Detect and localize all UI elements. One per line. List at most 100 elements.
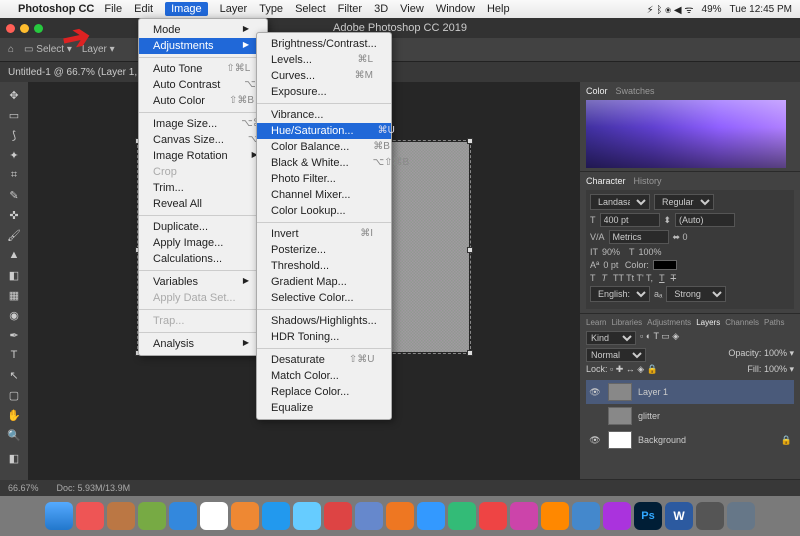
- colors-swatch[interactable]: ◧: [3, 446, 25, 470]
- text-color[interactable]: [653, 260, 677, 270]
- crop-tool[interactable]: ⌗: [3, 166, 25, 184]
- menu-file[interactable]: File: [104, 3, 122, 15]
- wifi-icon[interactable]: ⚡︎ ᛒ ⦿ ◀︎ ᯤ: [647, 2, 694, 16]
- menuitem-calculations-[interactable]: Calculations...: [139, 251, 267, 267]
- menuitem-black-white-[interactable]: Black & White...⌥⇧⌘B: [257, 155, 391, 171]
- menuitem-image-rotation[interactable]: Image Rotation▶: [139, 148, 267, 164]
- menuitem-auto-contrast[interactable]: Auto Contrast⌥⇧⌘L: [139, 77, 267, 93]
- shape-tool[interactable]: ▢: [3, 386, 25, 404]
- menuitem-desaturate[interactable]: Desaturate⇧⌘U: [257, 352, 391, 368]
- dock-app[interactable]: [169, 502, 197, 530]
- crop-select[interactable]: ▭ Select ▾: [24, 44, 72, 55]
- transform-handle[interactable]: [467, 350, 473, 356]
- home-icon[interactable]: ⌂: [8, 44, 14, 55]
- menuitem-brightness-contrast-[interactable]: Brightness/Contrast...: [257, 36, 391, 52]
- tab-character[interactable]: Character: [586, 176, 626, 186]
- path-tool[interactable]: ↖: [3, 366, 25, 384]
- lang-select[interactable]: English: USA: [590, 286, 650, 302]
- eraser-tool[interactable]: ◧: [3, 266, 25, 284]
- dock-app[interactable]: [138, 502, 166, 530]
- app-name[interactable]: Photoshop CC: [18, 3, 94, 15]
- menuitem-match-color-[interactable]: Match Color...: [257, 368, 391, 384]
- dock-app[interactable]: [448, 502, 476, 530]
- dock-app[interactable]: [417, 502, 445, 530]
- pen-tool[interactable]: ✒: [3, 326, 25, 344]
- zoom-tool[interactable]: 🔍: [3, 426, 25, 444]
- layer-dropdown[interactable]: Layer ▾: [82, 44, 115, 55]
- menuitem-shadows-highlights-[interactable]: Shadows/Highlights...: [257, 313, 391, 329]
- menuitem-apply-image-[interactable]: Apply Image...: [139, 235, 267, 251]
- leading[interactable]: [675, 213, 735, 227]
- dock-app[interactable]: [200, 502, 228, 530]
- menu-help[interactable]: Help: [487, 3, 510, 15]
- dock-app[interactable]: [76, 502, 104, 530]
- menuitem-gradient-map-[interactable]: Gradient Map...: [257, 274, 391, 290]
- menuitem-equalize[interactable]: Equalize: [257, 400, 391, 416]
- marquee-tool[interactable]: ▭: [3, 106, 25, 124]
- tab-swatches[interactable]: Swatches: [616, 86, 655, 96]
- menu-window[interactable]: Window: [436, 3, 475, 15]
- visibility-icon[interactable]: 👁: [588, 435, 602, 446]
- menuitem-vibrance-[interactable]: Vibrance...: [257, 107, 391, 123]
- eyedropper-tool[interactable]: ✎: [3, 186, 25, 204]
- type-tool[interactable]: T: [3, 346, 25, 364]
- minimize-icon[interactable]: [20, 24, 29, 33]
- dock-app[interactable]: [107, 502, 135, 530]
- menu-type[interactable]: Type: [259, 3, 283, 15]
- dock-app[interactable]: [293, 502, 321, 530]
- dock-app[interactable]: [479, 502, 507, 530]
- menuitem-image-size-[interactable]: Image Size...⌥⌘I: [139, 116, 267, 132]
- menuitem-color-balance-[interactable]: Color Balance...⌘B: [257, 139, 391, 155]
- tab-color[interactable]: Color: [586, 86, 608, 96]
- move-tool[interactable]: ✥: [3, 86, 25, 104]
- zoom-icon[interactable]: [34, 24, 43, 33]
- dock-app[interactable]: [262, 502, 290, 530]
- lasso-tool[interactable]: ⟆: [3, 126, 25, 144]
- menuitem-photo-filter-[interactable]: Photo Filter...: [257, 171, 391, 187]
- menuitem-posterize-[interactable]: Posterize...: [257, 242, 391, 258]
- menuitem-reveal-all[interactable]: Reveal All: [139, 196, 267, 212]
- tab-layers[interactable]: Layers: [696, 318, 720, 327]
- stamp-tool[interactable]: ▲: [3, 246, 25, 264]
- layer-kind[interactable]: Kind: [586, 331, 636, 345]
- menuitem-color-lookup-[interactable]: Color Lookup...: [257, 203, 391, 219]
- blend-mode[interactable]: Normal: [586, 348, 646, 362]
- menuitem-auto-tone[interactable]: Auto Tone⇧⌘L: [139, 61, 267, 77]
- menuitem-auto-color[interactable]: Auto Color⇧⌘B: [139, 93, 267, 109]
- hand-tool[interactable]: ✋: [3, 406, 25, 424]
- dock-app[interactable]: [541, 502, 569, 530]
- dock-app[interactable]: [324, 502, 352, 530]
- menuitem-adjustments[interactable]: Adjustments▶: [139, 38, 267, 54]
- dock-photoshop[interactable]: Ps: [634, 502, 662, 530]
- menuitem-replace-color-[interactable]: Replace Color...: [257, 384, 391, 400]
- menuitem-analysis[interactable]: Analysis▶: [139, 336, 267, 352]
- dock-app[interactable]: [572, 502, 600, 530]
- menuitem-selective-color-[interactable]: Selective Color...: [257, 290, 391, 306]
- zoom-level[interactable]: 66.67%: [8, 483, 39, 493]
- menuitem-duplicate-[interactable]: Duplicate...: [139, 219, 267, 235]
- menuitem-curves-[interactable]: Curves...⌘M: [257, 68, 391, 84]
- menu-select[interactable]: Select: [295, 3, 326, 15]
- menu-edit[interactable]: Edit: [134, 3, 153, 15]
- menuitem-threshold-[interactable]: Threshold...: [257, 258, 391, 274]
- dock-app[interactable]: [386, 502, 414, 530]
- layer-row[interactable]: glitter: [586, 404, 794, 428]
- heal-tool[interactable]: ✜: [3, 206, 25, 224]
- menuitem-canvas-size-[interactable]: Canvas Size...⌥⌘C: [139, 132, 267, 148]
- menuitem-exposure-[interactable]: Exposure...: [257, 84, 391, 100]
- menuitem-mode[interactable]: Mode▶: [139, 22, 267, 38]
- kerning[interactable]: [609, 230, 669, 244]
- dock-app[interactable]: [510, 502, 538, 530]
- brush-tool[interactable]: 🖌: [3, 226, 25, 244]
- color-picker[interactable]: [586, 100, 786, 168]
- aa-select[interactable]: Strong: [666, 286, 726, 302]
- dock-app[interactable]: [355, 502, 383, 530]
- menu-filter[interactable]: Filter: [338, 3, 362, 15]
- menuitem-hdr-toning-[interactable]: HDR Toning...: [257, 329, 391, 345]
- menuitem-trim-[interactable]: Trim...: [139, 180, 267, 196]
- dock-trash[interactable]: [727, 502, 755, 530]
- menuitem-invert[interactable]: Invert⌘I: [257, 226, 391, 242]
- menu-layer[interactable]: Layer: [220, 3, 248, 15]
- transform-handle[interactable]: [467, 247, 473, 253]
- wand-tool[interactable]: ✦: [3, 146, 25, 164]
